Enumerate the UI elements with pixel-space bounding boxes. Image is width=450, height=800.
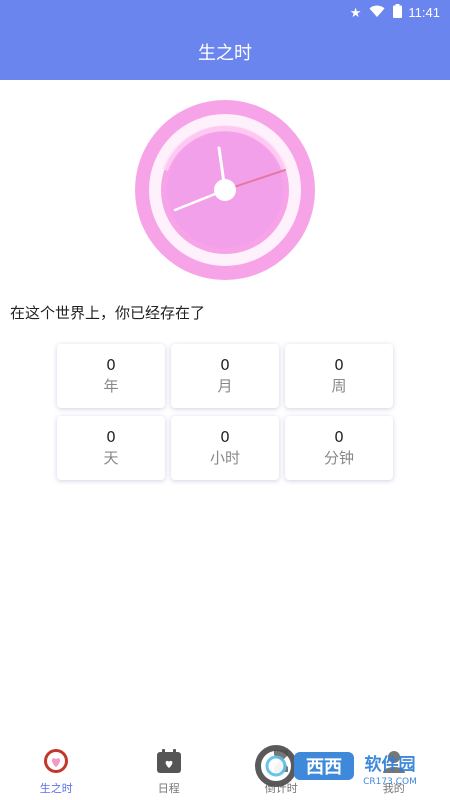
stat-value: 0 [106,356,116,374]
stat-value: 0 [220,428,230,446]
svg-text:软件园: 软件园 [365,754,416,775]
stat-unit: 周 [331,377,347,395]
stat-unit: 天 [103,449,119,467]
status-time: 11:41 [408,4,440,20]
star-icon: ★ [349,4,362,20]
stat-days: 0 天 [57,416,165,480]
svg-text:CR173.COM: CR173.COM [363,777,417,787]
clock-illustration [135,100,315,280]
watermark-logo: 西西 软件园 CR173.COM [250,742,440,792]
stat-weeks: 0 周 [285,344,393,408]
stat-unit: 月 [217,377,233,395]
wifi-icon [369,5,385,20]
stat-months: 0 月 [171,344,279,408]
stat-value: 0 [334,428,344,446]
tab-label: 日程 [157,782,180,795]
calendar-heart-icon [154,746,184,776]
stat-value: 0 [220,356,230,374]
stat-unit: 小时 [209,449,240,467]
stat-unit: 分钟 [323,449,354,467]
app-bar: 生之时 [0,24,450,80]
heart-clock-icon [41,746,71,776]
stats-grid: 0 年 0 月 0 周 0 天 0 小时 0 分钟 [57,344,393,480]
stat-value: 0 [334,356,344,374]
page-title: 生之时 [198,43,252,64]
svg-text:西西: 西西 [306,757,342,778]
stat-years: 0 年 [57,344,165,408]
tab-schedule[interactable]: 日程 [113,740,226,800]
status-bar: ★ 11:41 [0,0,450,24]
stat-unit: 年 [103,377,119,395]
battery-icon [393,4,403,20]
existence-caption: 在这个世界上，你已经存在了 [10,304,206,322]
stat-value: 0 [106,428,116,446]
stat-hours: 0 小时 [171,416,279,480]
tab-label: 生之时 [39,782,73,795]
stat-minutes: 0 分钟 [285,416,393,480]
tab-birth-time[interactable]: 生之时 [0,740,113,800]
